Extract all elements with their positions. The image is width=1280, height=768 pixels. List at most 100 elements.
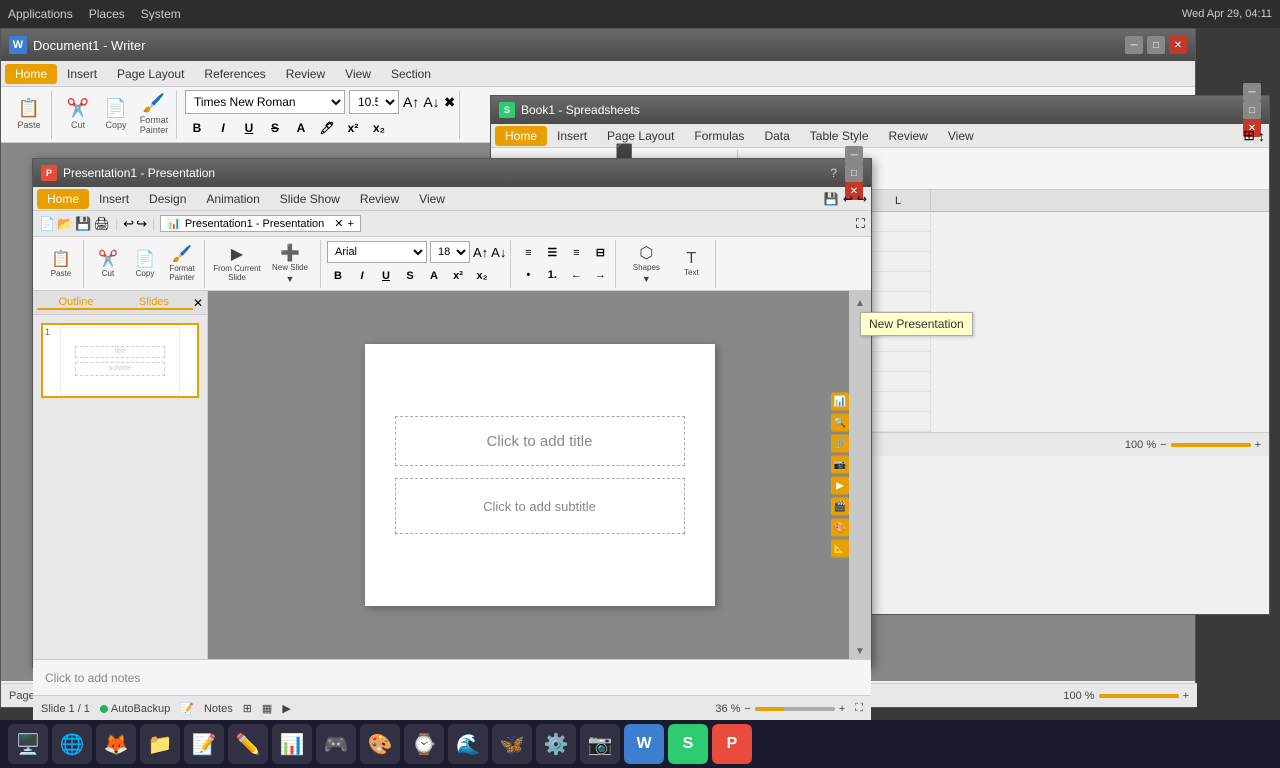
- writer-menu-review[interactable]: Review: [276, 64, 335, 84]
- pres-shapes-dropdown[interactable]: ▼: [642, 274, 651, 284]
- writer-subscript-button[interactable]: x₂: [367, 117, 391, 139]
- taskbar-icon-spreadsheet[interactable]: 📊: [272, 724, 312, 764]
- taskbar-icon-chrome[interactable]: 🌐: [52, 724, 92, 764]
- pres-open-icon[interactable]: 📂: [57, 216, 73, 232]
- pres-save2-icon[interactable]: 💾: [75, 216, 91, 232]
- pres-strikethrough-button[interactable]: S: [399, 266, 421, 286]
- writer-fontcolor-button[interactable]: A: [289, 117, 313, 139]
- writer-menu-insert[interactable]: Insert: [57, 64, 107, 84]
- pres-side-icon-7[interactable]: 🎨: [831, 519, 849, 537]
- writer-win-controls[interactable]: ─ □ ✕: [1125, 36, 1187, 54]
- writer-close-button[interactable]: ✕: [1169, 36, 1187, 54]
- pres-redo2-icon[interactable]: ↪: [136, 216, 147, 232]
- pres-shapes-button[interactable]: ⬡ Shapes ▼: [622, 244, 670, 284]
- writer-paste-button[interactable]: 📋 Paste: [11, 95, 47, 135]
- writer-cut-button[interactable]: ✂️ Cut: [60, 95, 96, 135]
- ss-toolbar-icon1[interactable]: ⊞: [1243, 127, 1255, 144]
- pres-side-icon-1[interactable]: 📊: [831, 393, 849, 411]
- topbar-places[interactable]: Places: [89, 7, 125, 21]
- writer-copy-button[interactable]: 📄 Copy: [98, 95, 134, 135]
- ss-col-L[interactable]: L: [866, 190, 931, 212]
- pres-align-right-button[interactable]: ≡: [565, 243, 587, 263]
- pres-align-left-button[interactable]: ≡: [517, 243, 539, 263]
- taskbar-icon-clock[interactable]: ⌚: [404, 724, 444, 764]
- taskbar-icon-camera[interactable]: 📷: [580, 724, 620, 764]
- pres-italic-button[interactable]: I: [351, 266, 373, 286]
- writer-underline-button[interactable]: U: [237, 117, 261, 139]
- pres-view-play-icon[interactable]: ▶: [282, 702, 290, 715]
- ss-cell[interactable]: [866, 232, 931, 252]
- pres-fontsize-up-icon[interactable]: A↑: [473, 245, 488, 260]
- ss-cell[interactable]: [866, 352, 931, 372]
- pres-indent-more-button[interactable]: →: [589, 265, 611, 285]
- pres-fontcolor-button[interactable]: A: [423, 266, 445, 286]
- ss-menu-data[interactable]: Data: [754, 126, 799, 146]
- pres-filename-close[interactable]: ✕: [334, 217, 343, 230]
- writer-minimize-button[interactable]: ─: [1125, 36, 1143, 54]
- pres-zoom-in-button[interactable]: +: [839, 703, 845, 715]
- writer-menu-section[interactable]: Section: [381, 64, 441, 84]
- pres-menu-home[interactable]: Home: [37, 189, 89, 209]
- writer-superscript-button[interactable]: x²: [341, 117, 365, 139]
- taskbar-icon-settings[interactable]: ⚙️: [536, 724, 576, 764]
- writer-fontsize-select[interactable]: 10.5: [349, 90, 399, 114]
- pres-indent-less-button[interactable]: ←: [565, 265, 587, 285]
- pres-sidebar-close-icon[interactable]: ✕: [193, 296, 203, 310]
- pres-paste-button[interactable]: 📋 Paste: [43, 244, 79, 284]
- writer-highlight-button[interactable]: 🖊: [315, 117, 339, 139]
- pres-save-icon[interactable]: 💾: [824, 192, 839, 206]
- ss-minimize-button[interactable]: ─: [1243, 83, 1261, 101]
- taskbar-icon-paint[interactable]: 🎨: [360, 724, 400, 764]
- writer-menu-references[interactable]: References: [194, 64, 275, 84]
- pres-add-tab-icon[interactable]: +: [347, 218, 353, 230]
- pres-minimize-button[interactable]: ─: [845, 146, 863, 164]
- ss-cell[interactable]: [866, 212, 931, 232]
- pres-menu-design[interactable]: Design: [139, 189, 196, 209]
- pres-fullscreen-icon[interactable]: ⛶: [856, 216, 865, 232]
- pres-justify-button[interactable]: ⊟: [589, 243, 611, 263]
- pres-status-notes-icon[interactable]: 📝: [180, 702, 194, 715]
- pres-fontsize-down-icon[interactable]: A↓: [491, 245, 506, 260]
- pres-numlist-button[interactable]: 1.: [541, 265, 563, 285]
- ss-cell[interactable]: [866, 392, 931, 412]
- pres-from-current-button[interactable]: ▶ From CurrentSlide: [211, 244, 263, 284]
- font-shrink-icon[interactable]: A↓: [423, 94, 439, 110]
- pres-menu-view[interactable]: View: [409, 189, 455, 209]
- pres-slide-title-box[interactable]: Click to add title: [395, 416, 685, 466]
- ss-menu-formulas[interactable]: Formulas: [684, 126, 754, 146]
- ss-cell[interactable]: [866, 292, 931, 312]
- writer-font-select[interactable]: Times New Roman: [185, 90, 345, 114]
- pres-maximize-button[interactable]: □: [845, 164, 863, 182]
- writer-menu-view[interactable]: View: [335, 64, 381, 84]
- taskbar-icon-files[interactable]: 🖥️: [8, 724, 48, 764]
- ss-cell[interactable]: [866, 272, 931, 292]
- pres-help-icon[interactable]: ?: [830, 166, 837, 180]
- ss-zoom-slider[interactable]: [1171, 443, 1251, 447]
- pres-menu-review[interactable]: Review: [350, 189, 409, 209]
- pres-list-button[interactable]: •: [517, 265, 539, 285]
- writer-maximize-button[interactable]: □: [1147, 36, 1165, 54]
- pres-zoom-slider[interactable]: [755, 707, 835, 711]
- pres-fullscreen-button[interactable]: ⛶: [855, 702, 863, 715]
- pres-font-select[interactable]: Arial: [327, 241, 427, 263]
- ss-cell[interactable]: [866, 372, 931, 392]
- ss-cell[interactable]: [866, 412, 931, 432]
- pres-side-icon-8[interactable]: 📐: [831, 540, 849, 558]
- writer-menu-pagelayout[interactable]: Page Layout: [107, 64, 194, 84]
- pres-cut-button[interactable]: ✂️ Cut: [90, 244, 126, 284]
- topbar-apps[interactable]: Applications Places System: [8, 7, 181, 21]
- ss-zoom-in[interactable]: +: [1255, 439, 1261, 451]
- pres-menu-insert[interactable]: Insert: [89, 189, 139, 209]
- pres-side-icon-4[interactable]: 📷: [831, 456, 849, 474]
- pres-side-icon-3[interactable]: 🔗: [831, 435, 849, 453]
- pres-print-icon[interactable]: 🖨: [94, 216, 111, 232]
- taskbar-icon-firefox[interactable]: 🦊: [96, 724, 136, 764]
- ss-menu-review[interactable]: Review: [879, 126, 938, 146]
- pres-format-painter-button[interactable]: 🖌️ Format Painter: [164, 244, 200, 284]
- pres-undo-icon[interactable]: ↩: [843, 192, 853, 206]
- pres-copy-button[interactable]: 📄 Copy: [127, 244, 163, 284]
- pres-zoom-out-button[interactable]: −: [744, 703, 750, 715]
- taskbar-icon-writer[interactable]: W: [624, 724, 664, 764]
- pres-side-icon-6[interactable]: 🎬: [831, 498, 849, 516]
- ss-menu-tablestyle[interactable]: Table Style: [800, 126, 879, 146]
